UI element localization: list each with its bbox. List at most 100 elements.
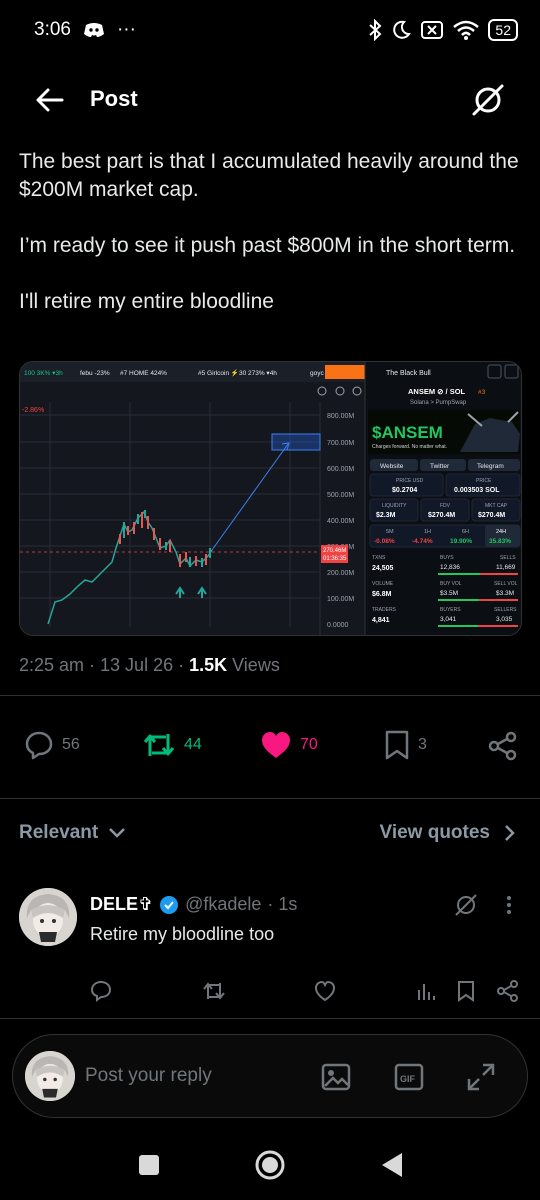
sellers-value: 3,035 [496,616,513,623]
like-button[interactable]: 70 [260,730,318,760]
ticker-tab[interactable]: #5 Girlcoin ⚡30 273% ▾4h [198,369,277,377]
y-tick: 800.00M [327,413,354,420]
ticker-tab[interactable]: 100 3K% ▾3h [24,370,63,377]
stat-label: VOLUME [372,581,394,587]
stat-label: TXNS [372,555,386,561]
view-quotes-label: View quotes [379,822,490,843]
repost-button[interactable]: 44 [142,730,202,760]
grok-icon[interactable] [453,892,479,918]
stat-label: BUYERS [440,607,461,613]
ticker-tab[interactable]: goyc [310,370,324,377]
more-vertical-icon[interactable] [505,894,513,916]
chevron-down-icon [109,828,126,838]
post-meta: 2:25 am · 13 Jul 26 · 1.5K Views [19,655,280,676]
analytics-icon[interactable] [416,980,436,1002]
stat-label: BUY VOL [440,581,462,587]
period-label[interactable]: 6H [462,529,469,535]
reply-item[interactable]: DELE✞ @fkadele · 1s Retire my bloodline … [0,880,540,1020]
bookmark-icon[interactable] [457,980,475,1002]
chart-screenshot: 100 3K% ▾3h febu -23% #7 HOME 424% #5 Gi… [20,362,521,635]
image-icon[interactable] [321,1062,351,1092]
price-sol: 0.003503 SOL [454,487,500,494]
stat-label: LIQUIDITY [382,503,407,509]
fdv-value: $270.4M [428,512,455,519]
reply-author[interactable]: DELE✞ @fkadele · 1s [90,894,297,915]
period-label[interactable]: 24H [496,529,506,535]
reply-button[interactable]: 56 [24,730,80,760]
reply-icon[interactable] [90,980,112,1002]
dnd-moon-icon [393,20,412,39]
repost-icon[interactable] [202,980,226,1002]
twitter-link[interactable]: Twitter [430,463,450,470]
verified-badge-icon [160,895,179,914]
share-button[interactable] [488,731,518,761]
period-label[interactable]: 1H [424,529,431,535]
post-timestamp: 2:25 am · 13 Jul 26 · [19,655,190,675]
reply-handle: @fkadele [185,894,262,914]
buys-value: 12,836 [440,564,460,571]
reply-author-name: DELE✞ [90,894,154,914]
divider [0,798,540,799]
svg-text:GIF: GIF [400,1074,416,1084]
buyvol-value: $3.5M [440,590,458,597]
post-image[interactable]: 100 3K% ▾3h febu -23% #7 HOME 424% #5 Gi… [19,361,522,636]
period-label[interactable]: 5M [386,529,394,535]
divider [0,1018,540,1019]
y-tick: 400.00M [327,518,354,525]
banner-title: $ANSEM [372,423,443,442]
ticker-tab[interactable]: #7 HOME 424% [120,370,167,377]
reply-time: · 1s [267,894,298,914]
post-actions: 56 44 70 3 [0,726,540,766]
reply-input-placeholder[interactable]: Post your reply [85,1065,212,1087]
post-paragraph: I’m ready to see it push past $800M in t… [19,234,516,257]
status-time: 3:06 [34,19,71,40]
period-value: 19.90% [450,538,472,545]
bluetooth-icon [369,19,382,41]
share-icon [488,731,517,761]
reply-icon [25,731,53,760]
back-icon[interactable] [380,1151,404,1179]
expand-icon[interactable] [466,1062,496,1092]
gif-icon[interactable]: GIF [394,1062,424,1092]
recents-icon[interactable] [137,1153,161,1177]
reply-count: 56 [62,736,80,753]
relevant-dropdown[interactable]: Relevant [19,822,126,844]
back-arrow-icon[interactable] [34,84,66,116]
reply-composer[interactable]: Post your reply GIF [12,1034,528,1118]
traders-value: 4,841 [372,617,390,624]
sells-value: 11,669 [496,564,516,571]
avatar[interactable] [19,888,77,946]
wifi-icon [453,20,480,40]
website-link[interactable]: Website [380,463,404,470]
txns-value: 24,505 [372,565,394,572]
pair-label: ANSEM ⊘ / SOL [408,387,466,396]
stat-label: SELLERS [494,607,517,613]
relevant-label: Relevant [19,822,99,843]
repost-count: 44 [184,736,202,753]
price-usd: $0.2704 [392,487,417,494]
battery-indicator: 52 [488,19,518,41]
views-count[interactable]: 1.5K [189,655,227,675]
stat-label: MKT CAP [485,503,508,509]
home-icon[interactable] [254,1149,286,1181]
post-header: Post [0,70,540,130]
ticker-tab[interactable]: febu -23% [80,370,110,377]
price-tag: 270.46M [323,548,346,554]
share-icon[interactable] [497,980,519,1002]
telegram-link[interactable]: Telegram [477,463,504,470]
heart-icon[interactable] [314,980,336,1002]
stat-label: PRICE [476,478,492,484]
grok-icon[interactable] [470,82,506,118]
post-body: The best part is that I accumulated heav… [19,148,529,344]
stat-label: SELL VOL [494,581,518,587]
price-tag-time: 01:36:35 [323,556,347,562]
y-tick: 100.00M [327,596,354,603]
page-title: Post [90,86,138,111]
view-quotes-link[interactable]: View quotes [379,822,516,844]
avatar [25,1051,75,1101]
stat-label: FDV [440,503,451,509]
y-tick: 500.00M [327,492,354,499]
views-label: Views [227,655,280,675]
sellvol-value: $3.3M [496,590,514,597]
bookmark-button[interactable]: 3 [384,730,427,760]
